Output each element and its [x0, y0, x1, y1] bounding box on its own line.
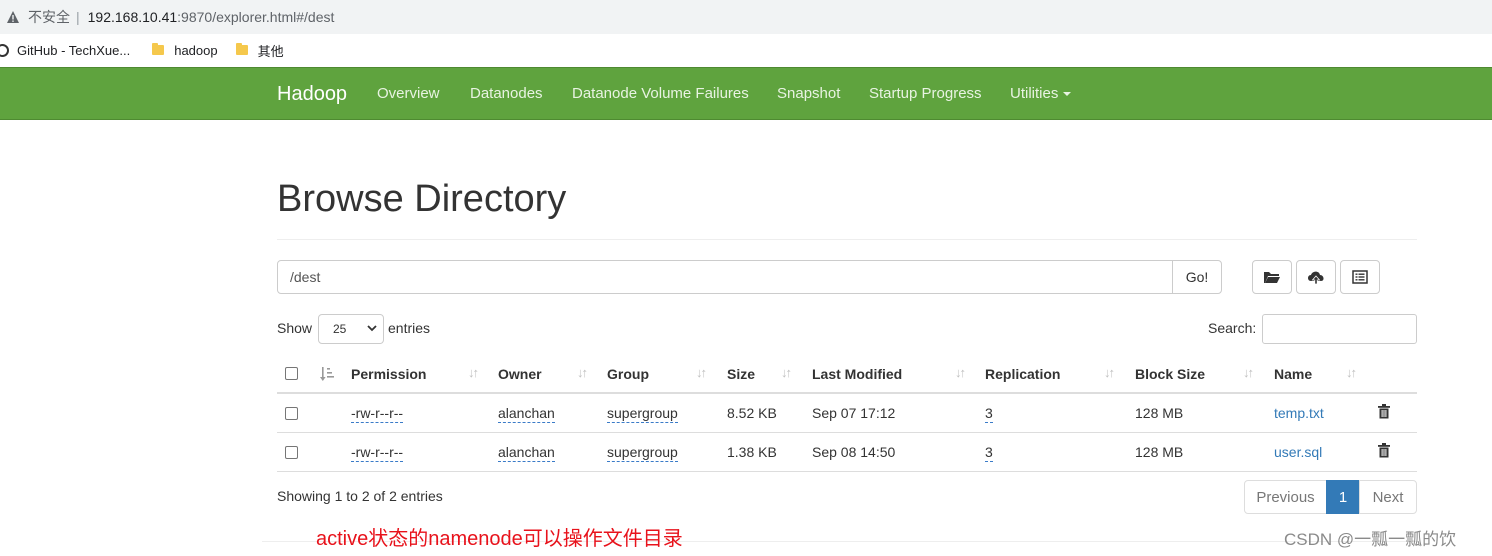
- trash-icon[interactable]: [1378, 443, 1390, 458]
- replication-cell[interactable]: 3: [985, 444, 993, 462]
- chevron-down-icon: [367, 325, 377, 332]
- row-checkbox[interactable]: [285, 407, 298, 420]
- search-input[interactable]: [1262, 314, 1417, 344]
- nav-snapshot[interactable]: Snapshot: [777, 85, 840, 102]
- folder-icon: [235, 43, 248, 55]
- url-path: :9870/explorer.html#/dest: [177, 9, 335, 25]
- bookmark-other[interactable]: 其他: [235, 41, 284, 60]
- row-checkbox[interactable]: [285, 446, 298, 459]
- create-directory-button[interactable]: [1252, 260, 1292, 294]
- entries-per-page-select[interactable]: 25: [318, 314, 384, 344]
- sort-icon[interactable]: ↓↑: [468, 365, 479, 380]
- page-title: Browse Directory: [277, 178, 567, 220]
- folder-open-icon: [1264, 272, 1280, 283]
- title-divider: [277, 239, 1417, 240]
- nav-overview[interactable]: Overview: [377, 85, 440, 102]
- permission-cell[interactable]: -rw-r--r--: [351, 405, 404, 423]
- sort-icon[interactable]: ↓↑: [1104, 365, 1115, 380]
- table-info: Showing 1 to 2 of 2 entries: [277, 488, 443, 504]
- bookmarks-bar: GitHub - TechXue... hadoop 其他: [0, 34, 1492, 66]
- group-cell[interactable]: supergroup: [607, 444, 678, 462]
- nav-datanodes[interactable]: Datanodes: [470, 85, 543, 102]
- owner-cell[interactable]: alanchan: [498, 405, 555, 423]
- table-header: Permission ↓↑ Owner ↓↑ Group ↓↑ Size ↓↑ …: [277, 355, 1417, 394]
- block-size-cell: 128 MB: [1135, 405, 1184, 421]
- sort-ascending-icon[interactable]: [320, 366, 336, 382]
- column-header-owner[interactable]: Owner: [498, 366, 542, 382]
- url-host: 192.168.10.41: [87, 9, 178, 25]
- size-cell: 8.52 KB: [727, 405, 777, 421]
- github-icon: [0, 43, 9, 57]
- entries-select-value: 25: [333, 322, 347, 336]
- column-header-block-size[interactable]: Block Size: [1135, 366, 1205, 382]
- bookmark-github[interactable]: GitHub - TechXue...: [0, 43, 130, 58]
- group-cell[interactable]: supergroup: [607, 405, 678, 423]
- column-header-size[interactable]: Size: [727, 366, 755, 382]
- pagination-previous[interactable]: Previous: [1244, 480, 1327, 514]
- list-view-button[interactable]: [1340, 260, 1380, 294]
- navbar-brand[interactable]: Hadoop: [277, 83, 347, 106]
- directory-path-input[interactable]: [277, 260, 1173, 294]
- show-label: Show: [277, 320, 313, 336]
- list-alt-icon: [1352, 270, 1368, 284]
- size-cell: 1.38 KB: [727, 444, 777, 460]
- caret-down-icon: [1063, 92, 1072, 97]
- trash-icon[interactable]: [1378, 404, 1390, 419]
- navbar: Hadoop Overview Datanodes Datanode Volum…: [0, 67, 1492, 120]
- search-label: Search:: [1208, 320, 1257, 336]
- entries-label: entries: [388, 320, 431, 336]
- sort-icon[interactable]: ↓↑: [781, 365, 792, 380]
- bookmark-label: 其他: [257, 43, 284, 59]
- cloud-upload-icon: [1308, 271, 1324, 284]
- table-row: -rw-r--r-- alanchan supergroup 1.38 KB S…: [277, 433, 1417, 472]
- last-modified-cell: Sep 08 14:50: [812, 444, 896, 460]
- column-header-name[interactable]: Name: [1274, 366, 1312, 382]
- file-name-link[interactable]: user.sql: [1274, 444, 1322, 460]
- sort-icon[interactable]: ↓↑: [577, 365, 588, 380]
- pagination-next[interactable]: Next: [1359, 480, 1417, 514]
- last-modified-cell: Sep 07 17:12: [812, 405, 896, 421]
- pagination-page-1[interactable]: 1: [1326, 480, 1360, 514]
- bookmark-label: hadoop: [174, 42, 218, 58]
- security-label: 不安全: [28, 9, 70, 25]
- nav-datanode-volume-failures[interactable]: Datanode Volume Failures: [572, 85, 749, 102]
- upload-button[interactable]: [1296, 260, 1336, 294]
- go-button[interactable]: Go!: [1172, 260, 1222, 294]
- sort-icon[interactable]: ↓↑: [1346, 365, 1357, 380]
- column-header-group[interactable]: Group: [607, 366, 649, 382]
- sort-icon[interactable]: ↓↑: [1243, 365, 1254, 380]
- owner-cell[interactable]: alanchan: [498, 444, 555, 462]
- column-header-replication[interactable]: Replication: [985, 366, 1060, 382]
- watermark: CSDN @一瓢一瓢的饮: [1284, 530, 1457, 549]
- table-row: -rw-r--r-- alanchan supergroup 8.52 KB S…: [277, 394, 1417, 433]
- sort-icon[interactable]: ↓↑: [696, 365, 707, 380]
- folder-icon: [152, 43, 165, 55]
- replication-cell[interactable]: 3: [985, 405, 993, 423]
- nav-startup-progress[interactable]: Startup Progress: [869, 85, 982, 102]
- nav-utilities-dropdown[interactable]: Utilities: [1010, 85, 1072, 102]
- column-header-permission[interactable]: Permission: [351, 366, 426, 382]
- select-all-checkbox[interactable]: [285, 367, 298, 380]
- bookmark-label: GitHub - TechXue...: [17, 42, 131, 58]
- column-header-last-modified[interactable]: Last Modified: [812, 366, 902, 382]
- sort-icon[interactable]: ↓↑: [955, 365, 966, 380]
- warning-icon: [7, 11, 19, 23]
- file-name-link[interactable]: temp.txt: [1274, 405, 1324, 421]
- red-annotation: active状态的namenode可以操作文件目录: [316, 528, 683, 550]
- bookmark-hadoop[interactable]: hadoop: [152, 42, 218, 58]
- nav-utilities-label: Utilities: [1010, 85, 1059, 102]
- permission-cell[interactable]: -rw-r--r--: [351, 444, 404, 462]
- block-size-cell: 128 MB: [1135, 444, 1184, 460]
- address-bar[interactable]: 不安全 | 192.168.10.41 :9870/explorer.html#…: [0, 0, 1492, 34]
- url-separator: |: [76, 9, 80, 25]
